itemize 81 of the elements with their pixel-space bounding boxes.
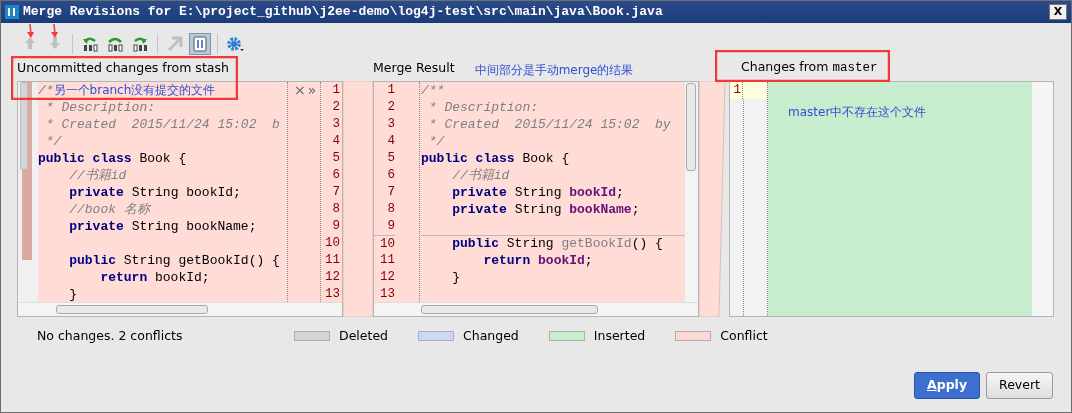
code-line: /**	[421, 82, 446, 99]
horizontal-scrollbar[interactable]	[374, 302, 698, 316]
side-by-side-icon	[192, 36, 208, 52]
line-number: 1	[386, 82, 395, 99]
up-arrow-icon	[23, 36, 37, 52]
annotation-text: master中不存在这个文件	[788, 105, 927, 119]
horizontal-scrollbar[interactable]	[18, 302, 342, 316]
revert-button[interactable]: Revert	[986, 372, 1053, 399]
legend-label: Inserted	[593, 326, 646, 345]
code-line: /*另一个branch没有提交的文件	[38, 82, 217, 99]
legend-label: Conflict	[720, 326, 768, 345]
code-line: */	[427, 133, 446, 150]
line-number: 9	[386, 218, 395, 235]
code-line: * Description:	[427, 99, 540, 116]
code-line: public String getBookId() {	[421, 235, 685, 252]
conflict-action-button[interactable]: »	[307, 82, 317, 99]
scrollbar-thumb[interactable]	[686, 83, 696, 171]
legend-label: Changed	[463, 326, 519, 345]
line-number: 5	[386, 150, 395, 167]
conflict-action-button[interactable]: ×	[294, 82, 306, 99]
code-line: * Description:	[44, 99, 157, 116]
line-number: 8	[386, 201, 395, 218]
line-number: 3	[386, 116, 395, 133]
panel-title: Uncommitted changes from stash	[17, 59, 229, 78]
close-button[interactable]: X	[1049, 4, 1067, 20]
line-number: 7	[386, 184, 395, 201]
scrollbar-track[interactable]	[1032, 82, 1053, 316]
line-number: 11	[379, 252, 395, 269]
code-line: }	[68, 286, 78, 302]
line-number: 10	[324, 235, 340, 252]
line-number: 8	[331, 201, 340, 218]
scrollbar-thumb[interactable]	[20, 82, 28, 170]
line-number: 6	[331, 167, 340, 184]
code-line: return bookId;	[482, 252, 594, 269]
annotation-arrow	[26, 24, 36, 39]
app-logo-icon	[5, 5, 19, 19]
annotation-text: 中间部分是手动merge的结果	[474, 62, 634, 79]
line-number: 2	[331, 99, 340, 116]
code-line: //book 名称	[68, 201, 153, 218]
line-number: 9	[331, 218, 340, 235]
line-number: 2	[386, 99, 395, 116]
merge-arrow-icon	[82, 36, 98, 52]
line-number: 12	[379, 269, 395, 286]
code-line: return bookId;	[99, 269, 211, 286]
line-number: 6	[386, 167, 395, 184]
merge-arrow-icon	[132, 36, 148, 52]
code-line: */	[44, 133, 63, 150]
line-number: 7	[331, 184, 340, 201]
status-text: No changes. 2 conflicts	[37, 326, 184, 345]
code-line: public class Book {	[421, 150, 571, 167]
line-number: 13	[379, 286, 395, 303]
code-line: private String bookId;	[68, 184, 242, 201]
toolbar-button[interactable]	[189, 33, 211, 55]
line-number: 11	[324, 252, 340, 269]
code-line: //书籍id	[68, 167, 128, 184]
code-line: private String bookId;	[451, 184, 625, 201]
legend-label: Deleted	[339, 326, 388, 345]
line-number: 13	[324, 286, 340, 303]
line-number: 5	[331, 150, 340, 167]
code-line: //书籍id	[451, 167, 511, 184]
line-number: 10	[374, 235, 395, 252]
code-line: private String bookName;	[68, 218, 258, 235]
merge-arrow-icon	[107, 36, 123, 52]
panel-title: Merge Result	[373, 59, 455, 78]
panel-title: Changes from master	[741, 58, 878, 78]
line-number: 4	[331, 133, 340, 150]
apply-button[interactable]: Apply	[914, 372, 981, 399]
annotation-arrow	[50, 24, 60, 39]
line-number: 1	[730, 82, 743, 99]
line-number: 4	[386, 133, 395, 150]
line-number: 12	[324, 269, 340, 286]
code-line: * Created 2015/11/24 15:02 b	[44, 116, 281, 133]
code-line: private String bookName;	[451, 201, 641, 218]
code-line: public class Book {	[38, 150, 188, 167]
code-line: * Created 2015/11/24 15:02 by	[427, 116, 672, 133]
line-number: 1	[331, 82, 340, 99]
settings-icon	[226, 36, 244, 52]
code-line: }	[451, 269, 461, 286]
code-line: public String getBookId() {	[68, 252, 281, 269]
window-title: Merge Revisions for E:\project_github\j2ee-demo\log4j-test\src\main\java\Book.java	[23, 3, 663, 22]
line-number: 3	[331, 116, 340, 133]
